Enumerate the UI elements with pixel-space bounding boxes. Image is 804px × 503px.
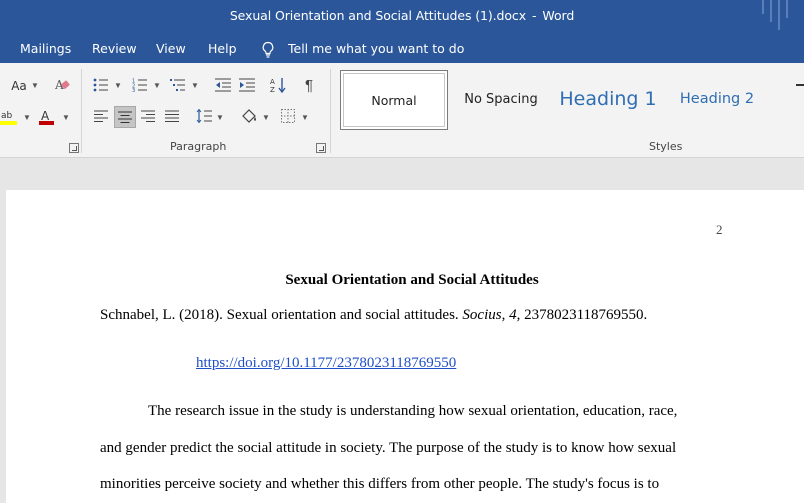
line-spacing-button[interactable] xyxy=(195,107,213,125)
svg-text:A: A xyxy=(270,78,275,86)
pilcrow-icon: ¶ xyxy=(304,76,314,94)
page-number: 2 xyxy=(716,222,723,237)
shading-button[interactable] xyxy=(240,107,258,125)
style-no-spacing-label: No Spacing xyxy=(464,91,538,107)
chevron-down-icon[interactable]: ▼ xyxy=(31,81,39,90)
title-bar: Sexual Orientation and Social Attitudes … xyxy=(0,0,804,34)
svg-text:ab: ab xyxy=(1,111,13,121)
clear-formatting-button[interactable]: A xyxy=(54,76,72,94)
increase-indent-button[interactable] xyxy=(238,76,256,94)
sort-icon: A Z xyxy=(270,78,286,93)
citation-volume: 4 xyxy=(509,307,517,323)
bullets-button[interactable] xyxy=(92,76,110,94)
style-normal[interactable]: Normal xyxy=(340,70,448,130)
chevron-down-icon[interactable]: ▼ xyxy=(153,81,161,90)
tab-mailings[interactable]: Mailings xyxy=(20,41,71,56)
svg-text:3: 3 xyxy=(132,88,135,92)
styles-group-label: Styles xyxy=(649,140,683,153)
ribbon: Aa ▼ A ab ▼ A ▼ ▼ 1 2 3 ▼ ▼ A Z ¶ ▼ ▼ ▼ … xyxy=(0,63,804,158)
font-color-icon: A xyxy=(39,109,54,125)
tab-help[interactable]: Help xyxy=(208,41,237,56)
style-heading-2[interactable]: Heading 2 xyxy=(675,70,759,128)
highlight-color-button[interactable]: ab xyxy=(0,108,18,126)
borders-button[interactable] xyxy=(279,107,297,125)
paragraph-line: and gender predict the social attitude i… xyxy=(100,440,677,456)
tab-view[interactable]: View xyxy=(156,41,186,56)
citation-authors: Schnabel, L. (2018). Sexual orientation … xyxy=(100,307,459,323)
style-title-partial[interactable] xyxy=(796,84,804,112)
title-separator: - xyxy=(532,8,537,23)
paragraph-group-label: Paragraph xyxy=(170,140,227,153)
chevron-down-icon[interactable]: ▼ xyxy=(114,81,122,90)
group-separator xyxy=(330,69,331,153)
style-heading-1-label: Heading 1 xyxy=(559,88,657,110)
app-name: Word xyxy=(542,8,575,23)
document-page[interactable]: 2 Sexual Orientation and Social Attitude… xyxy=(6,190,804,503)
chevron-down-icon[interactable]: ▼ xyxy=(216,113,224,122)
reference-citation: Schnabel, L. (2018). Sexual orientation … xyxy=(100,307,648,323)
title-bar-decoration xyxy=(762,0,796,30)
citation-journal: Socius xyxy=(462,307,502,323)
ribbon-tab-bar: Mailings Review View Help Tell me what y… xyxy=(0,34,804,63)
document-name: Sexual Orientation and Social Attitudes … xyxy=(229,8,526,23)
svg-text:A: A xyxy=(41,109,50,123)
style-normal-label: Normal xyxy=(371,92,417,108)
chevron-down-icon[interactable]: ▼ xyxy=(301,113,309,122)
sort-button[interactable]: A Z xyxy=(269,76,287,94)
increase-indent-icon xyxy=(239,78,255,92)
styles-gallery: Normal No Spacing Heading 1 Heading 2 xyxy=(339,70,804,130)
font-color-button[interactable]: A xyxy=(38,108,56,126)
chevron-down-icon[interactable]: ▼ xyxy=(23,113,31,122)
paint-bucket-icon xyxy=(242,109,256,123)
justify-icon xyxy=(165,110,179,122)
show-hide-marks-button[interactable]: ¶ xyxy=(300,76,318,94)
document-canvas-gap xyxy=(0,158,804,190)
line-spacing-icon xyxy=(196,108,212,124)
clear-formatting-icon: A xyxy=(55,78,70,92)
font-dialog-launcher[interactable] xyxy=(69,143,79,153)
align-left-button[interactable] xyxy=(92,107,110,125)
numbering-button[interactable]: 1 2 3 xyxy=(131,76,149,94)
chevron-down-icon[interactable]: ▼ xyxy=(62,113,70,122)
style-heading-2-label: Heading 2 xyxy=(679,91,755,107)
align-center-icon xyxy=(118,111,132,123)
paragraph-line: minorities perceive society and whether … xyxy=(100,476,660,492)
paragraph-line: The research issue in the study is under… xyxy=(148,403,678,419)
numbering-icon: 1 2 3 xyxy=(132,79,147,92)
change-case-button[interactable]: Aa xyxy=(8,77,30,95)
align-right-button[interactable] xyxy=(139,107,157,125)
multilevel-list-icon xyxy=(170,79,185,91)
style-heading-1[interactable]: Heading 1 xyxy=(559,70,657,128)
multilevel-list-button[interactable] xyxy=(169,76,187,94)
tell-me-text: Tell me what you want to do xyxy=(288,41,465,56)
paragraph-dialog-launcher[interactable] xyxy=(316,143,326,153)
bullets-icon xyxy=(93,78,108,92)
highlighter-icon: ab xyxy=(0,111,17,125)
tab-review[interactable]: Review xyxy=(92,41,137,56)
window-title: Sexual Orientation and Social Attitudes … xyxy=(0,8,804,23)
group-separator xyxy=(81,69,82,153)
doi-link[interactable]: https://doi.org/10.1177/2378023118769550 xyxy=(196,355,456,372)
chevron-down-icon[interactable]: ▼ xyxy=(191,81,199,90)
lightbulb-icon xyxy=(262,41,274,58)
change-case-label: Aa xyxy=(11,79,27,93)
align-center-button[interactable] xyxy=(114,106,136,128)
chevron-down-icon[interactable]: ▼ xyxy=(262,113,270,122)
align-left-icon xyxy=(94,110,108,122)
document-title: Sexual Orientation and Social Attitudes xyxy=(285,272,539,288)
borders-icon xyxy=(281,109,295,123)
decrease-indent-button[interactable] xyxy=(214,76,232,94)
citation-article: , 2378023118769550. xyxy=(516,307,648,323)
decrease-indent-icon xyxy=(215,78,231,92)
svg-text:Z: Z xyxy=(270,86,275,93)
style-no-spacing[interactable]: No Spacing xyxy=(451,70,551,128)
justify-button[interactable] xyxy=(163,107,181,125)
align-right-icon xyxy=(141,110,155,122)
